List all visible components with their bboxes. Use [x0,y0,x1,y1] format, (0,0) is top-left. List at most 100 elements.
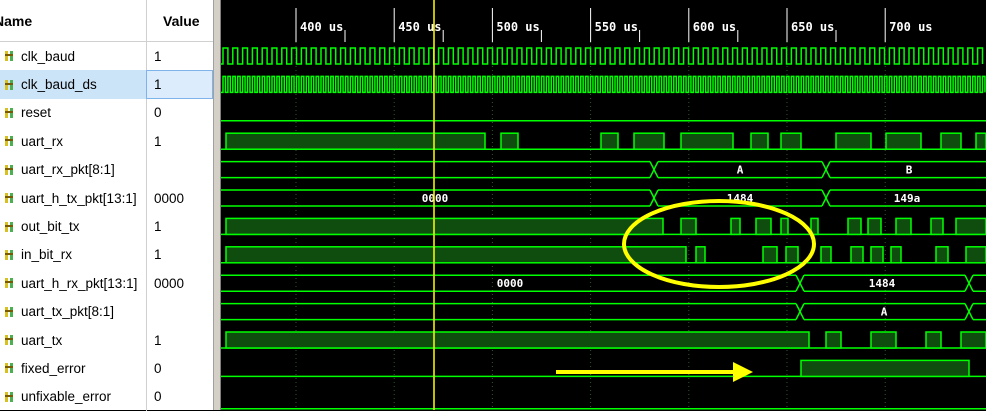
name-column-header[interactable]: Name [0,0,146,42]
signal-icon [4,391,16,403]
signal-name: reset [21,105,52,121]
clock-wave [221,75,986,94]
signal-icon [4,50,16,62]
bit-wave-high [930,217,944,236]
signal-icon [4,107,16,119]
signal-row[interactable]: uart_h_tx_pkt[13:1] [0,184,146,212]
signal-icon [4,192,16,204]
bus-transition [795,303,805,320]
bit-wave-high [895,217,912,236]
signal-value[interactable]: 1 [146,127,213,156]
bit-wave-high [780,132,802,150]
time-tick-label: 650 us [791,20,834,34]
signal-icon [4,221,16,233]
signal-value[interactable]: 0 [146,98,213,128]
signal-icon [4,306,16,318]
signal-value[interactable] [146,155,213,184]
value-column-header[interactable]: Value [146,0,213,42]
bus-transition [795,274,805,292]
bus-transition [964,303,974,320]
signal-value-column: Value 1 1 0 1 0000 1 1 0000 1 0 0 [146,0,213,411]
bus-transition [821,189,831,207]
pane-splitter[interactable] [213,0,221,410]
waveform-pane[interactable]: 400 us 450 us 500 us 550 us 600 us 650 us 700 … [221,0,986,410]
signal-name: uart_h_rx_pkt[13:1] [21,275,138,291]
signal-row[interactable]: in_bit_rx [0,241,146,269]
signal-row[interactable]: reset [0,99,146,127]
signal-row[interactable]: uart_tx_pkt[8:1] [0,298,146,326]
time-tick-label: 550 us [595,20,638,34]
signal-name: clk_baud [21,48,76,64]
bus-transition [821,161,831,178]
bus-value-label: 1484 [869,277,896,290]
bit-wave-high [730,217,741,236]
bit-wave-high [870,331,897,349]
signal-value[interactable]: 0 [146,354,213,383]
signal-value[interactable] [146,297,213,326]
signal-value[interactable]: 0000 [146,269,213,298]
bus-wave [973,302,986,321]
bit-wave-high [225,132,486,150]
signal-row[interactable]: out_bit_tx [0,212,146,240]
bit-wave-high [680,217,697,236]
bit-wave-high [935,246,949,264]
bus-value-label: A [737,164,744,177]
signal-name: in_bit_rx [21,247,73,263]
signal-row[interactable]: uart_rx [0,127,146,155]
bus-value-label: 0000 [422,192,449,205]
bus-wave [221,160,650,179]
bit-wave-high [885,132,922,150]
signal-value[interactable]: 0000 [146,183,213,213]
bit-wave-high [825,331,842,349]
signal-row[interactable]: unfixable_error [0,383,146,411]
signal-name-column: Name clk_baud clk_baud_dsreset uart_rxuart… [0,0,147,410]
signal-row[interactable]: clk_baud_ds [0,70,146,99]
signal-row[interactable]: clk_baud [0,42,146,70]
time-tick-label: 450 us [398,20,441,34]
signal-name: uart_rx [21,133,64,149]
signal-icon [4,277,16,289]
signal-icon [4,362,16,374]
right-arrow-icon [733,362,753,382]
signal-name: uart_h_tx_pkt[13:1] [21,190,137,206]
bus-value-label: B [906,164,913,177]
signal-row[interactable]: uart_h_rx_pkt[13:1] [0,269,146,297]
signal-row[interactable]: fixed_error [0,354,146,382]
bit-wave-high [785,246,799,264]
time-tick-label: 700 us [889,20,932,34]
bit-wave-high [890,246,902,264]
bit-wave-high [800,359,970,378]
bit-wave-high [633,132,665,150]
signal-value[interactable]: 1 [146,212,213,241]
bit-wave-high [762,246,778,264]
bit-wave-high [680,132,734,150]
bus-transition [964,274,974,292]
bit-wave-high [695,246,706,264]
bit-wave-high [955,217,986,236]
bit-wave-high [780,217,789,236]
time-tick-label: 500 us [496,20,539,34]
signal-value[interactable]: 0 [146,382,213,411]
signal-value[interactable]: 1 [146,42,213,71]
bit-wave-high [870,246,884,264]
bit-wave-high [835,132,872,150]
signal-icon [4,334,16,346]
bit-wave-high [960,331,986,349]
bit-wave-high [820,246,832,264]
bus-transition [649,189,659,207]
signal-value[interactable]: 1 [146,325,213,355]
signal-icon [4,135,16,147]
signal-name: uart_rx_pkt[8:1] [21,162,115,178]
bit-wave-high [965,246,986,264]
bit-wave-high [225,246,687,264]
clock-wave [221,47,984,65]
time-tick-label: 600 us [693,20,736,34]
signal-icon [4,249,16,261]
bit-wave-high [847,217,862,236]
signal-value[interactable]: 1 [146,240,213,270]
bit-wave-high [500,132,519,150]
bit-wave-high [755,217,772,236]
signal-value[interactable]: 1 [146,70,213,99]
signal-row[interactable]: uart_rx_pkt[8:1] [0,156,146,184]
signal-row[interactable]: uart_tx [0,326,146,354]
